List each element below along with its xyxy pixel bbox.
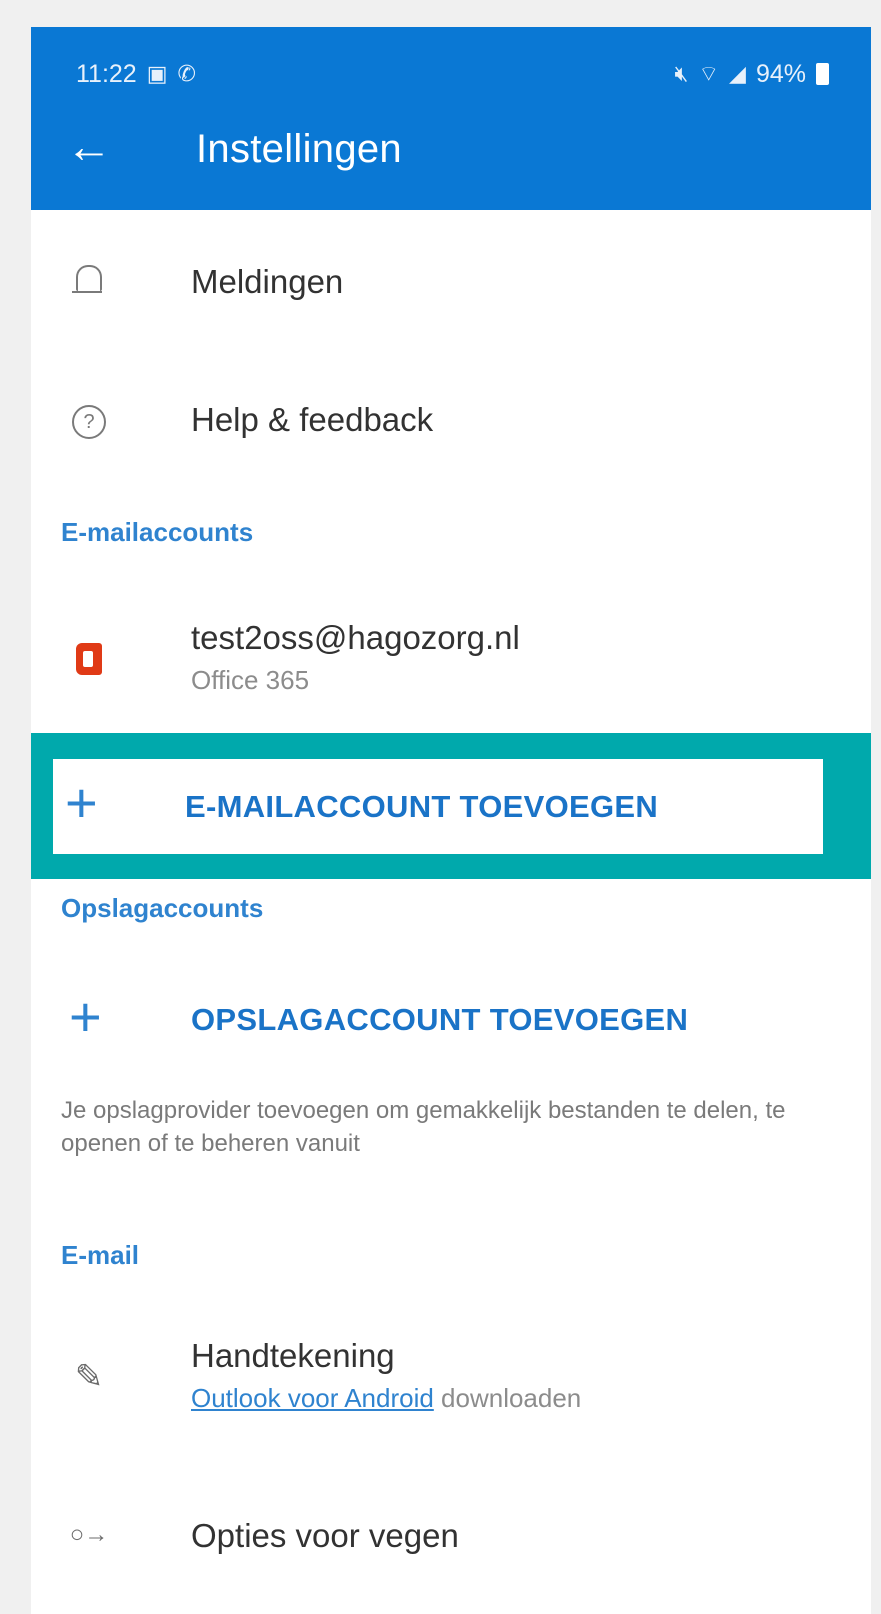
add-storage-account-label: OPSLAGACCOUNT TOEVOEGEN	[191, 1002, 689, 1037]
add-storage-account-button[interactable]: + OPSLAGACCOUNT TOEVOEGEN	[31, 985, 871, 1055]
settings-item-swipe-options[interactable]: ○→ Opties voor vegen	[31, 1503, 871, 1573]
notifications-label: Meldingen	[191, 263, 344, 300]
settings-item-signature[interactable]: ✎ Handtekening Outlook voor Android down…	[31, 1333, 871, 1433]
page-title: Instellingen	[196, 127, 402, 171]
mute-icon: 🔇︎	[674, 61, 689, 86]
status-left: 11:22 ▣ ✆	[76, 60, 196, 89]
bell-icon-wrap	[61, 265, 117, 293]
gallery-icon: ▣	[146, 61, 168, 86]
section-header-storage-accounts: Opslagaccounts	[61, 893, 264, 923]
section-header-email-accounts: E-mailaccounts	[61, 517, 254, 547]
bell-icon	[72, 265, 102, 293]
add-email-account-label: E-MAILACCOUNT TOEVOEGEN	[185, 789, 659, 824]
help-icon-wrap: ?	[61, 405, 117, 439]
plus-icon: +	[69, 985, 102, 1048]
wifi-icon: ⌔	[698, 61, 720, 86]
office-icon-wrap	[61, 643, 117, 675]
back-arrow-icon[interactable]: ←	[66, 123, 112, 169]
phone-screen: 11:22 ▣ ✆ 🔇︎ ⌔ ◢ 94% ← Instellingen Meld…	[31, 27, 871, 1614]
add-email-account-button[interactable]: + E-MAILACCOUNT TOEVOEGEN	[53, 759, 823, 854]
account-type: Office 365	[191, 665, 310, 695]
storage-description: Je opslagprovider toevoegen om gemakkeli…	[61, 1097, 786, 1157]
battery-percentage: 94%	[755, 59, 806, 88]
help-icon: ?	[72, 405, 106, 439]
whatsapp-icon: ✆	[177, 61, 196, 86]
office-365-icon	[76, 643, 102, 675]
signal-icon: ◢	[729, 61, 746, 86]
email-account-row[interactable]: test2oss@hagozorg.nl Office 365	[31, 615, 871, 715]
app-bar: 11:22 ▣ ✆ 🔇︎ ⌔ ◢ 94% ← Instellingen	[31, 27, 871, 210]
signature-label: Handtekening	[191, 1337, 395, 1374]
account-email: test2oss@hagozorg.nl	[191, 619, 520, 656]
swipe-icon: ○→	[69, 1521, 109, 1548]
help-label: Help & feedback	[191, 401, 434, 438]
plus-icon: +	[65, 771, 98, 834]
signature-suffix: downloaden	[433, 1383, 582, 1413]
settings-item-notifications[interactable]: Meldingen	[31, 249, 871, 319]
section-header-email: E-mail	[61, 1240, 140, 1270]
outlook-android-link[interactable]: Outlook voor Android	[191, 1383, 434, 1413]
highlight-frame: + E-MAILACCOUNT TOEVOEGEN	[31, 733, 871, 879]
status-time: 11:22	[76, 59, 137, 88]
pen-icon: ✎	[74, 1358, 104, 1396]
battery-icon	[816, 63, 829, 85]
settings-item-help[interactable]: ? Help & feedback	[31, 387, 871, 457]
status-bar: 11:22 ▣ ✆ 🔇︎ ⌔ ◢ 94%	[76, 56, 829, 92]
swipe-options-label: Opties voor vegen	[191, 1517, 459, 1554]
status-right: 🔇︎ ⌔ ◢ 94%	[674, 60, 829, 89]
